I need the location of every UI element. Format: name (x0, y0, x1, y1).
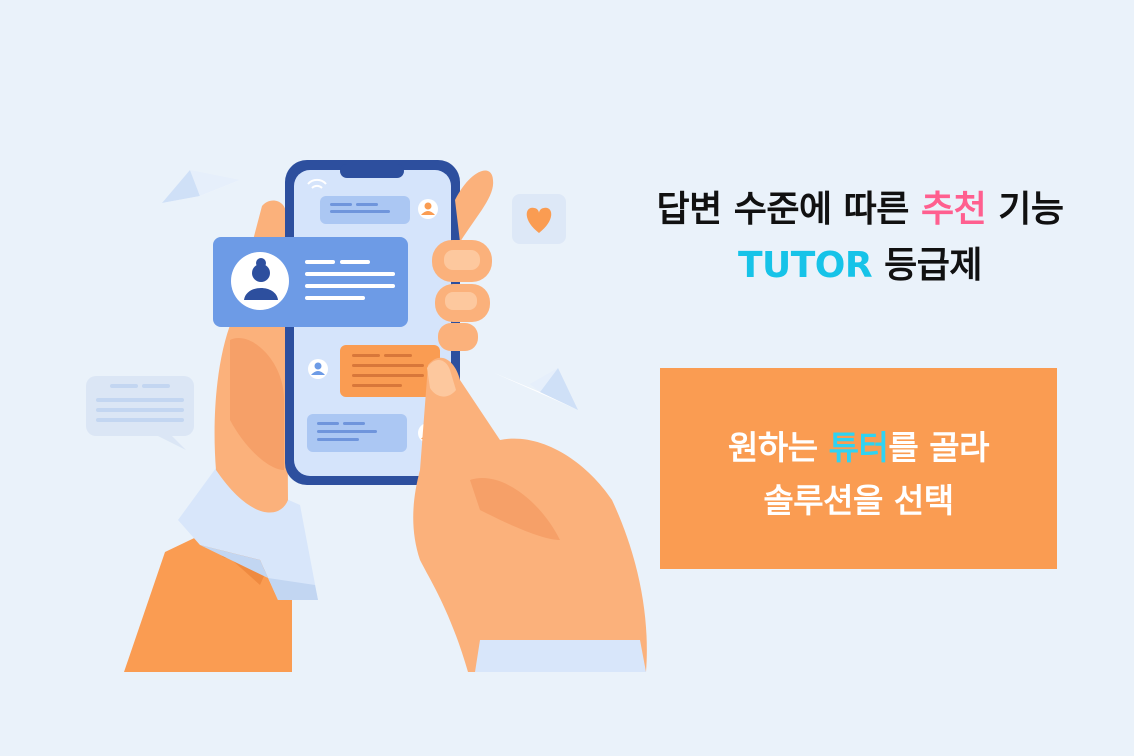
avatar-icon (418, 199, 438, 219)
headline-line-1: 답변 수준에 따른 추천 기능 (590, 180, 1130, 232)
phone-chat-illustration (86, 160, 647, 672)
headline-text: 기능 (986, 189, 1064, 230)
headline-line-2: TUTOR 등급제 (590, 236, 1130, 288)
avatar-icon (231, 252, 289, 310)
avatar-icon (308, 359, 328, 379)
headline-highlight-tutor: TUTOR (737, 245, 873, 286)
headline-highlight-recommend: 추천 (920, 189, 987, 230)
speech-bubble-icon (86, 376, 194, 450)
feature-box: 원하는 튜터를 골라 솔루션을 선택 (660, 368, 1057, 569)
paper-plane-icon (492, 368, 578, 410)
headline-text: 등급제 (872, 245, 983, 286)
feature-highlight-tutor: 튜터 (828, 428, 889, 467)
heart-icon (512, 194, 566, 244)
feature-text: 원하는 (728, 428, 829, 467)
feature-box-line-1: 원하는 튜터를 골라 (660, 421, 1057, 469)
paper-plane-icon (162, 170, 240, 203)
headline-text: 답변 수준에 따른 (656, 189, 921, 230)
feature-text: 를 골라 (888, 428, 989, 467)
feature-box-line-2: 솔루션을 선택 (763, 481, 954, 520)
